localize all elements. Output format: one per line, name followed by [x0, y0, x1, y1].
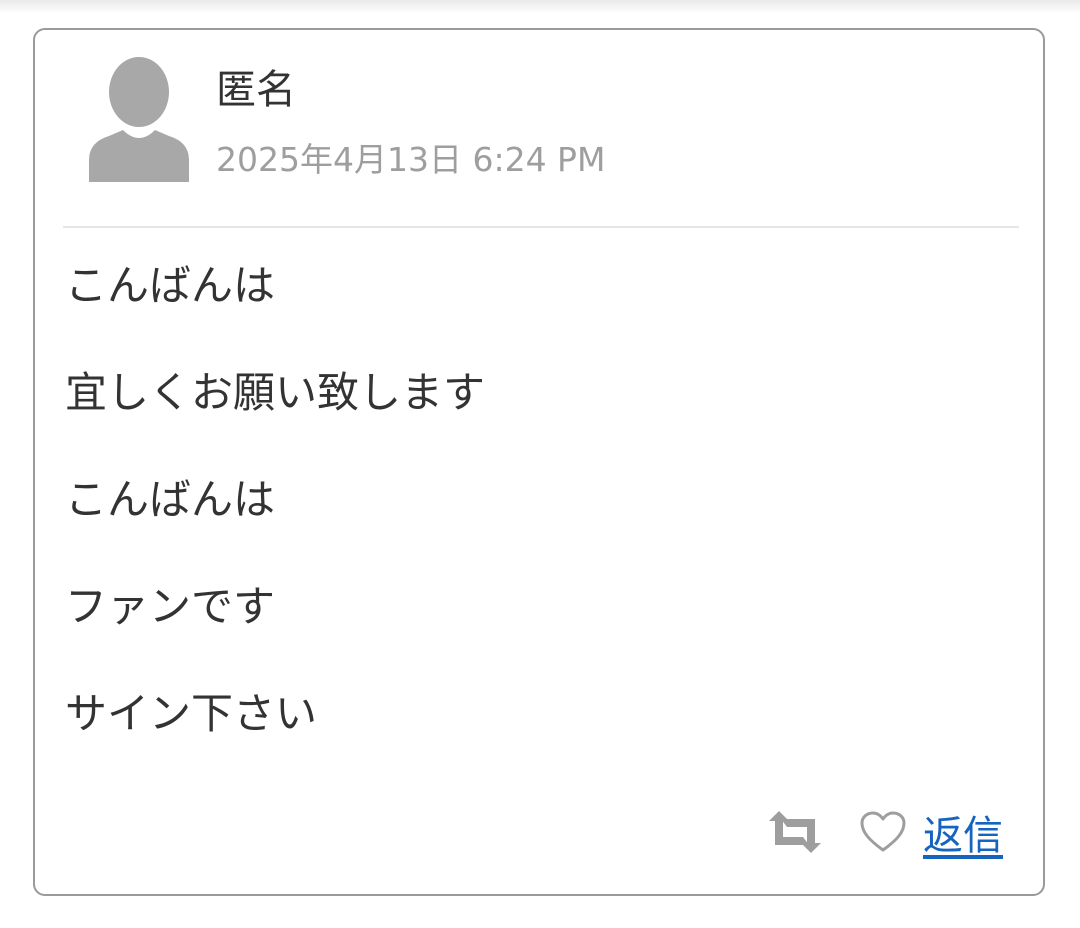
comment-line: こんばんは — [65, 475, 276, 524]
comment-timestamp: 2025年4月13日 6:24 PM — [216, 140, 606, 179]
person-silhouette-icon — [89, 57, 189, 182]
heart-outline-icon — [860, 811, 906, 852]
comment-line: サイン下さい — [65, 689, 318, 738]
comment-author: 匿名 — [216, 67, 296, 113]
comment-card: 匿名 2025年4月13日 6:24 PM こんばんは 宜しくお願い致します こ… — [33, 28, 1045, 896]
comment-actions: 返信 — [765, 804, 1003, 860]
avatar — [83, 56, 195, 182]
top-bar-shadow — [0, 0, 1080, 14]
comment-body: こんばんは 宜しくお願い致します こんばんは ファンです サイン下さい — [65, 256, 485, 791]
retweet-icon — [769, 811, 821, 853]
header-divider — [63, 226, 1019, 228]
reply-link[interactable]: 返信 — [923, 803, 1003, 861]
comment-line: こんばんは — [65, 261, 276, 310]
comment-line: 宜しくお願い致します — [65, 368, 486, 417]
like-button[interactable] — [859, 809, 907, 855]
comment-line: ファンです — [65, 582, 276, 631]
retweet-button[interactable] — [765, 807, 825, 857]
